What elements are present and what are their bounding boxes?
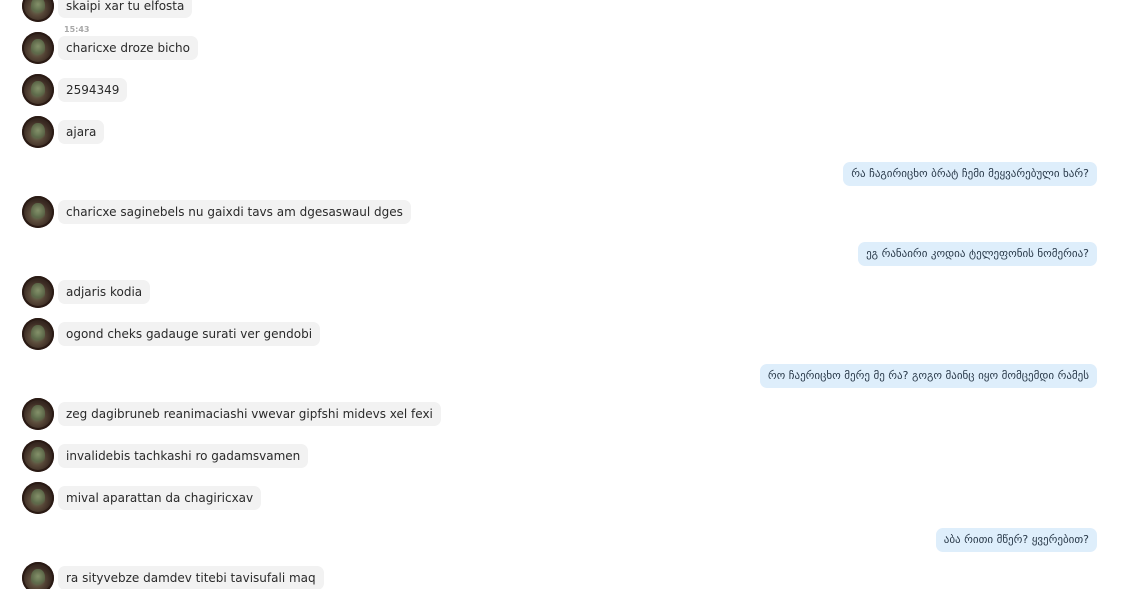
chat-message-list[interactable]: skaipi xar tu elfosta 15:43 charicxe dro…	[0, 0, 1123, 589]
avatar[interactable]	[22, 116, 54, 148]
message-bubble: ajara	[58, 120, 105, 144]
message-outgoing: რა ჩაგირიცხო ბრატ ჩემი მეყვარებული ხარ?	[397, 162, 1097, 186]
avatar[interactable]	[22, 196, 54, 228]
avatar[interactable]	[22, 32, 54, 64]
message-bubble: adjaris kodia	[58, 280, 151, 304]
avatar[interactable]	[22, 276, 54, 308]
avatar[interactable]	[22, 74, 54, 106]
message-bubble: skaipi xar tu elfosta	[58, 0, 193, 18]
message-bubble: ogond cheks gadauge surati ver gendobi	[58, 322, 321, 346]
message-bubble: აბა რითი მწერ? ყვერებით?	[935, 528, 1097, 552]
message-bubble: 2594349	[58, 78, 128, 102]
message-outgoing: რო ჩაერიცხო მერე მე რა? გოგო მაინც იყო მ…	[397, 364, 1097, 388]
message-bubble: ეგ რანაირი კოდია ტელეფონის ნომერია?	[858, 242, 1097, 266]
avatar[interactable]	[22, 318, 54, 350]
avatar[interactable]	[22, 562, 54, 589]
message-bubble: რო ჩაერიცხო მერე მე რა? გოგო მაინც იყო მ…	[759, 364, 1097, 388]
avatar[interactable]	[22, 440, 54, 472]
message-outgoing: ეგ რანაირი კოდია ტელეფონის ნომერია?	[397, 242, 1097, 266]
message-bubble: charicxe saginebels nu gaixdi tavs am dg…	[58, 200, 411, 224]
message-bubble: mival aparattan da chagiricxav	[58, 486, 262, 510]
message-bubble: zeg dagibruneb reanimaciashi vwevar gipf…	[58, 402, 441, 426]
avatar[interactable]	[22, 0, 54, 22]
message-bubble: რა ჩაგირიცხო ბრატ ჩემი მეყვარებული ხარ?	[843, 162, 1097, 186]
message-bubble: invalidebis tachkashi ro gadamsvamen	[58, 444, 309, 468]
message-outgoing: აბა რითი მწერ? ყვერებით?	[397, 528, 1097, 552]
avatar[interactable]	[22, 482, 54, 514]
message-bubble: ra sityvebze damdev titebi tavisufali ma…	[58, 566, 324, 589]
avatar[interactable]	[22, 398, 54, 430]
message-timestamp: 15:43	[64, 25, 90, 34]
message-bubble: charicxe droze bicho	[58, 36, 198, 60]
